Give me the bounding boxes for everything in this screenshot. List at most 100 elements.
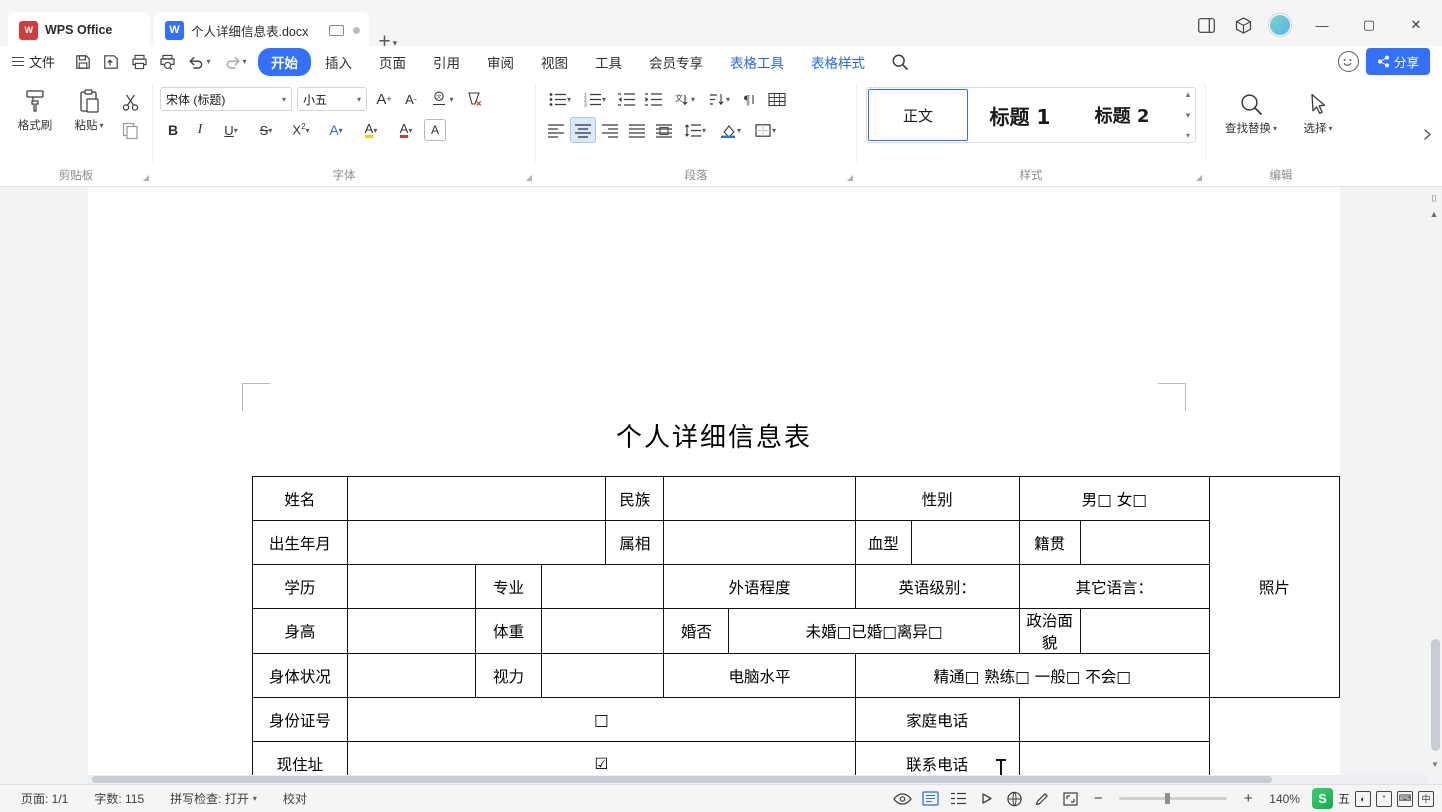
split-view-icon[interactable]: ⌷: [1431, 193, 1436, 204]
cell-homephone-value[interactable]: [1018, 697, 1210, 742]
table-row[interactable]: 身体状况 视力 电脑水平 精通□ 熟练□ 一般□ 不会□: [252, 653, 1340, 698]
cell-political-label[interactable]: 政治面貌: [1018, 608, 1081, 654]
app-home-tab[interactable]: W WPS Office: [8, 12, 150, 48]
scroll-down-icon[interactable]: ▼: [1184, 111, 1192, 120]
table-grid-icon[interactable]: [764, 86, 790, 112]
cell-other-language[interactable]: 其它语言：: [1018, 564, 1210, 609]
bullet-list-icon[interactable]: ▾: [543, 86, 577, 112]
zoom-in-button[interactable]: +: [1235, 788, 1261, 810]
font-size-input[interactable]: 小五 ▾: [297, 87, 367, 111]
numbered-list-icon[interactable]: 123 ▾: [578, 86, 612, 112]
chevron-down-icon[interactable]: ▾: [602, 95, 606, 104]
cell-weight-value[interactable]: [540, 608, 665, 654]
shrink-font-button[interactable]: A-: [398, 86, 424, 112]
cell-education-label[interactable]: 学历: [252, 564, 348, 609]
tab-table-tools[interactable]: 表格工具: [717, 48, 797, 76]
chevron-down-icon[interactable]: ▾: [99, 121, 103, 130]
italic-button[interactable]: I: [187, 117, 213, 143]
cell-gender-value[interactable]: 男□ 女□: [1018, 476, 1210, 521]
cell-major-label[interactable]: 专业: [475, 564, 542, 609]
read-mode-icon[interactable]: [973, 788, 999, 810]
align-center-icon[interactable]: [570, 117, 596, 143]
sort-icon[interactable]: ▾: [702, 86, 736, 112]
cell-foreign-language-label[interactable]: 外语程度: [663, 564, 856, 609]
cell-vision-value[interactable]: [540, 653, 665, 698]
chevron-down-icon[interactable]: ▾: [253, 794, 257, 803]
styles-dialog-launcher[interactable]: ◢: [1196, 173, 1202, 182]
shading-icon[interactable]: ▾: [713, 117, 747, 143]
increase-indent-icon[interactable]: [640, 86, 666, 112]
grow-font-button[interactable]: A +: [371, 86, 397, 112]
cell-marital-label[interactable]: 婚否: [663, 608, 730, 654]
personal-info-table[interactable]: 姓名 民族 性别 男□ 女□ 照片 出生年月 属相 血型 籍贯 学历 专业 外语…: [252, 476, 1341, 784]
cell-birthdate-value[interactable]: [346, 520, 607, 565]
print-preview-icon[interactable]: [154, 50, 180, 74]
align-left-icon[interactable]: [543, 117, 569, 143]
new-tab-button[interactable]: + ▾: [378, 31, 397, 52]
cell-hometown-label[interactable]: 籍贯: [1018, 520, 1081, 565]
chevron-down-icon[interactable]: ▾: [772, 126, 776, 135]
web-layout-icon[interactable]: [1001, 788, 1027, 810]
tab-table-styles[interactable]: 表格样式: [798, 48, 878, 76]
chevron-down-icon[interactable]: ▾: [737, 126, 741, 135]
presentation-icon[interactable]: [329, 24, 345, 36]
distribute-icon[interactable]: [651, 117, 677, 143]
table-row[interactable]: 身高 体重 婚否 未婚□已婚□离异□ 政治面貌: [252, 608, 1340, 654]
undo-icon[interactable]: ▾: [182, 50, 216, 74]
box-3d-icon[interactable]: [1226, 10, 1260, 40]
cell-bloodtype-label[interactable]: 血型: [854, 520, 913, 565]
chevron-down-icon[interactable]: ▾: [726, 95, 730, 104]
cell-computer-value[interactable]: 精通□ 熟练□ 一般□ 不会□: [854, 653, 1210, 698]
spellcheck-status[interactable]: 拼写检查: 打开 ▾: [157, 790, 270, 807]
tab-insert[interactable]: 插入: [312, 48, 365, 76]
superscript-button[interactable]: X2 ▾: [284, 117, 318, 143]
style-normal[interactable]: 正文: [868, 89, 968, 141]
cell-weight-label[interactable]: 体重: [475, 608, 542, 654]
document-page[interactable]: 个人详细信息表 姓名 民族 性别 男□ 女□ 照片 出生年月 属相 血型 籍贯 …: [88, 187, 1341, 784]
maximize-button[interactable]: ▢: [1347, 10, 1391, 40]
proofread-button[interactable]: 校对: [270, 790, 320, 807]
font-color-button[interactable]: A ▾: [389, 117, 423, 143]
line-spacing-icon[interactable]: ▾: [678, 117, 712, 143]
zoom-slider-knob[interactable]: [1165, 793, 1171, 804]
bold-button[interactable]: B: [160, 117, 186, 143]
ime-punctuation-icon[interactable]: ": [1376, 790, 1392, 807]
style-heading-2[interactable]: 标题 2: [1072, 89, 1172, 141]
ime-keyboard-icon[interactable]: ⌨: [1397, 790, 1413, 807]
cell-ethnicity-value[interactable]: [663, 476, 856, 521]
tab-membership[interactable]: 会员专享: [636, 48, 716, 76]
vertical-scrollbar[interactable]: ⌷ ▲ ▼: [1428, 187, 1442, 784]
cell-bloodtype-value[interactable]: [911, 520, 1020, 565]
select-button[interactable]: 选择 ▾: [1292, 84, 1344, 136]
chevron-down-icon[interactable]: ▾: [408, 126, 412, 135]
decrease-indent-icon[interactable]: [613, 86, 639, 112]
zoom-out-button[interactable]: −: [1085, 788, 1111, 810]
cell-health-label[interactable]: 身体状况: [252, 653, 348, 698]
cell-name-value[interactable]: [346, 476, 607, 521]
vertical-scrollbar-thumb[interactable]: [1431, 639, 1440, 751]
sidebar-panel-icon[interactable]: [1189, 10, 1223, 40]
styles-scroll-controls[interactable]: ▲ ▼ ▾: [1181, 88, 1195, 142]
cell-marital-value[interactable]: 未婚□已婚□离异□: [728, 608, 1020, 654]
align-right-icon[interactable]: [597, 117, 623, 143]
document-tab[interactable]: W 个人详细信息表.docx: [154, 12, 370, 48]
scroll-up-icon[interactable]: ▲: [1184, 90, 1192, 99]
pinyin-sort-icon[interactable]: 文 ▾: [667, 86, 701, 112]
zoom-level[interactable]: 140%: [1263, 792, 1306, 806]
page-layout-icon[interactable]: [917, 788, 943, 810]
copy-icon[interactable]: [117, 117, 143, 143]
ime-toolbox-icon[interactable]: 中: [1418, 790, 1434, 807]
chevron-down-icon[interactable]: ▾: [1328, 124, 1332, 133]
redo-caret-icon[interactable]: ▾: [243, 57, 247, 66]
chevron-down-icon[interactable]: ▾: [268, 126, 272, 135]
search-icon[interactable]: [887, 50, 913, 74]
cell-ethnicity-label[interactable]: 民族: [605, 476, 665, 521]
file-menu-button[interactable]: 文件: [6, 49, 64, 74]
table-row[interactable]: 出生年月 属相 血型 籍贯: [252, 520, 1340, 565]
zoom-slider[interactable]: [1119, 793, 1228, 804]
chevron-down-icon[interactable]: ▾: [282, 95, 286, 104]
cell-height-label[interactable]: 身高: [252, 608, 348, 654]
chevron-down-icon[interactable]: ▾: [234, 126, 238, 135]
chevron-down-icon[interactable]: ▾: [702, 126, 706, 135]
tab-view[interactable]: 视图: [528, 48, 581, 76]
